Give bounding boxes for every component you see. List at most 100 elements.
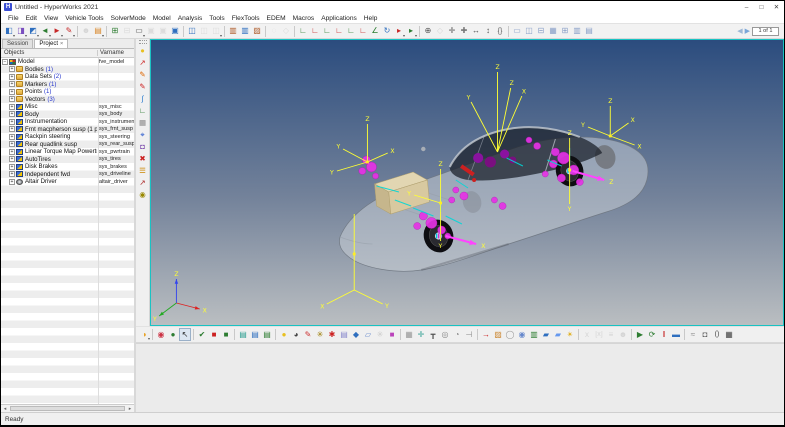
pair-entities[interactable]: ≈ xyxy=(687,328,699,341)
add-bushing[interactable]: ✳ xyxy=(374,328,386,341)
menu-edit[interactable]: Edit xyxy=(23,15,40,22)
view-xz-bottom[interactable]: ∟ xyxy=(333,25,345,38)
view-xy-back[interactable]: ∟ xyxy=(309,25,321,38)
previous-page-button[interactable]: ◀ xyxy=(737,27,742,35)
build-plots[interactable]: ▥ xyxy=(239,25,251,38)
animate-braces[interactable]: {} xyxy=(494,25,506,38)
add-vector[interactable]: ✎ xyxy=(302,328,314,341)
next-page-button[interactable]: ▶ xyxy=(745,27,750,35)
tree-expander-icon[interactable]: + xyxy=(9,66,15,73)
axes-tool[interactable]: ∟ xyxy=(137,105,149,117)
capture-image[interactable]: ◫ xyxy=(198,25,210,38)
snapshot[interactable]: ▤ xyxy=(237,328,249,341)
layout-two-horizontal[interactable]: ⊟ xyxy=(535,25,547,38)
capture-video[interactable]: ◫ ▾ xyxy=(210,25,222,38)
model-refresh[interactable]: ⟳ xyxy=(646,328,658,341)
marker-pencil[interactable]: ✎ xyxy=(137,69,149,81)
menu-edem[interactable]: EDEM xyxy=(264,15,289,22)
graphic-tool[interactable]: ◘ xyxy=(137,141,149,153)
tab-project[interactable]: Project × xyxy=(34,39,69,48)
tree-row-independent-fwd[interactable]: + Independent fwd sys_driveline xyxy=(1,171,134,179)
plot-browser[interactable]: ▨ xyxy=(251,25,263,38)
tree-row-frnt-macpherson-susp-1-pc-lca[interactable]: + Frnt macpherson susp (1 pc. LCA)sys_frn… xyxy=(1,126,134,134)
spline-tool[interactable]: ∫ xyxy=(137,93,149,105)
tree-expander-icon[interactable]: + xyxy=(9,148,15,155)
layout-four[interactable]: ⊞ xyxy=(559,25,571,38)
data-table[interactable]: ▦ xyxy=(723,328,735,341)
menu-file[interactable]: File xyxy=(5,15,22,22)
tree-expander-icon[interactable]: + xyxy=(9,111,15,118)
open-media[interactable]: ▤ xyxy=(261,328,273,341)
pan-vertical[interactable]: ↕ xyxy=(482,25,494,38)
shaded-mode[interactable]: ● xyxy=(167,328,179,341)
tree-row-bodies[interactable]: + Bodies (1) xyxy=(1,66,134,74)
menu-view[interactable]: View xyxy=(41,15,61,22)
tree-row-model[interactable]: − Model fve_model xyxy=(1,58,134,66)
view-xy-front[interactable]: ∟ xyxy=(297,25,309,38)
add-page[interactable]: ⊞ xyxy=(109,25,121,38)
menu-help[interactable]: Help xyxy=(361,15,381,22)
import-solver-deck[interactable]: ◄ ▾ xyxy=(39,25,51,38)
tree-row-disk-brakes[interactable]: + Disk Brakes sys_brakes xyxy=(1,163,134,171)
model-check[interactable]: ✔ xyxy=(196,328,208,341)
tree-expander-icon[interactable]: + xyxy=(9,96,15,103)
pick-tool[interactable]: ◇ xyxy=(280,25,292,38)
menu-vehicle-tools[interactable]: Vehicle Tools xyxy=(62,15,106,22)
tree-row-linear-torque-map-powertrain[interactable]: + Linear Torque Map Powertrainsys_pwrtrai… xyxy=(1,148,134,156)
tree-row-misc[interactable]: + Misc sys_misc xyxy=(1,103,134,111)
zoom-tool[interactable]: ◌ xyxy=(268,25,280,38)
vector-tool[interactable]: ↗ xyxy=(137,57,149,69)
plate-tool[interactable]: ▰ xyxy=(540,328,552,341)
joint-tool[interactable]: ┳ xyxy=(427,328,439,341)
add-point[interactable]: ● xyxy=(278,328,290,341)
tree-expander-icon[interactable]: + xyxy=(9,156,15,163)
new-model[interactable]: ◧ ▾ xyxy=(3,25,15,38)
menu-solvermode[interactable]: SolverMode xyxy=(108,15,149,22)
maximize-button[interactable]: □ xyxy=(754,2,769,13)
menu-model[interactable]: Model xyxy=(150,15,174,22)
add-joint[interactable]: ✳ xyxy=(314,328,326,341)
tree-expander-icon[interactable]: − xyxy=(2,58,8,65)
edit-session-dropdown-icon[interactable]: ▾ xyxy=(73,33,75,38)
tree-row-rear-quadlink-susp[interactable]: + Rear quadlink susp sys_rear_susp xyxy=(1,141,134,149)
capture-media[interactable]: ▤ xyxy=(249,328,261,341)
menu-macros[interactable]: Macros xyxy=(290,15,318,22)
gear-tool[interactable]: ◉ xyxy=(137,189,149,201)
run-solver[interactable]: ▶ xyxy=(634,328,646,341)
entity-editor[interactable]: ◘ xyxy=(699,328,711,341)
tree-expander-icon[interactable]: + xyxy=(9,126,15,133)
menu-applications[interactable]: Applications xyxy=(318,15,360,22)
minimize-button[interactable]: – xyxy=(739,2,754,13)
copy-page[interactable]: ▣ xyxy=(145,25,157,38)
3d-viewport[interactable]: X Y Z Y Y X Z Y X Z Z Y Y Z Y Z Y X X Z X Y X Z xyxy=(150,39,784,326)
open-model[interactable]: ◨ ▾ xyxy=(15,25,27,38)
measure-tool[interactable]: [x] xyxy=(593,328,605,341)
paste-page[interactable]: ▣ xyxy=(157,25,169,38)
compare-models[interactable]: ‖ xyxy=(658,328,670,341)
view-yz-left[interactable]: ∟ xyxy=(345,25,357,38)
tree-expander-icon[interactable]: + xyxy=(9,133,15,140)
tree-expander-icon[interactable]: + xyxy=(9,73,15,80)
contact-tool[interactable]: ✴ xyxy=(564,328,576,341)
tree-expander-icon[interactable]: + xyxy=(9,88,15,95)
close-button[interactable]: ✕ xyxy=(769,2,784,13)
tree-horizontal-scrollbar[interactable]: ◂ ▸ xyxy=(1,404,134,412)
attachment-wizard[interactable]: ✛ xyxy=(415,328,427,341)
fit-view[interactable]: ✛ xyxy=(446,25,458,38)
full-vehicle-tool[interactable]: ▬ xyxy=(670,328,682,341)
export-solver-deck[interactable]: ► ▾ xyxy=(51,25,63,38)
add-graphic[interactable]: ■ xyxy=(386,328,398,341)
reviewer[interactable]: ☻ xyxy=(617,328,629,341)
tab-session[interactable]: Session xyxy=(2,39,34,48)
window-expand[interactable]: ▣ xyxy=(169,25,181,38)
menu-tools[interactable]: Tools xyxy=(206,15,227,22)
select-arrow[interactable]: ↖ xyxy=(179,328,191,341)
entity-display-dropdown-icon[interactable]: ▾ xyxy=(148,337,150,341)
layout-two-vertical[interactable]: ◫ xyxy=(523,25,535,38)
open-report[interactable]: ▤ ▾ xyxy=(92,25,104,38)
tree-row-data-sets[interactable]: + Data Sets (2) xyxy=(1,73,134,81)
layout-six[interactable]: ▥ xyxy=(571,25,583,38)
saved-view-green-dropdown-icon[interactable]: ▾ xyxy=(415,33,417,38)
view-iso[interactable]: ∠ xyxy=(369,25,381,38)
lock-closed[interactable]: ■ xyxy=(208,328,220,341)
